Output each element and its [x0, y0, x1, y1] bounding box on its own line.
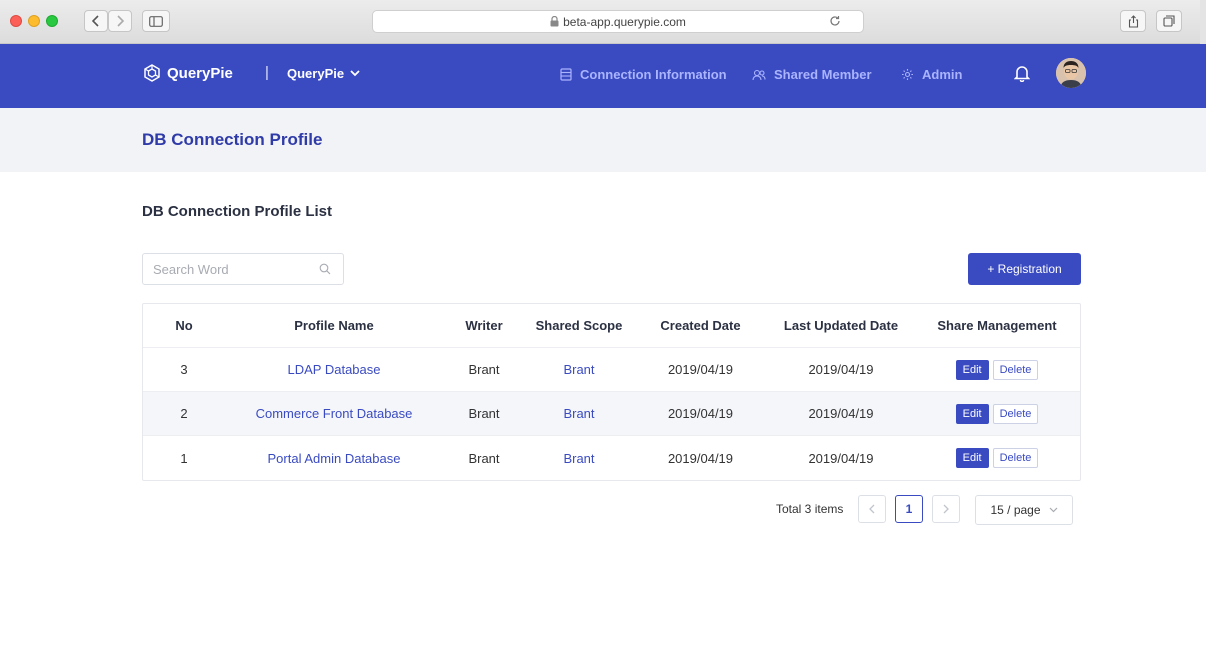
column-header-writer[interactable]: Writer	[443, 318, 525, 333]
user-photo-icon	[1056, 58, 1086, 88]
shared-scope-link[interactable]: Brant	[525, 406, 633, 421]
column-header-last-updated-date[interactable]: Last Updated Date	[768, 318, 914, 333]
cell-updated-date: 2019/04/19	[808, 362, 874, 377]
registration-label: + Registration	[987, 262, 1062, 276]
table-row: 3 LDAP Database Brant Brant 2019/04/19 2…	[143, 348, 1080, 392]
table-row: 2 Commerce Front Database Brant Brant 20…	[143, 392, 1080, 436]
share-management-actions: Edit Delete	[914, 448, 1080, 468]
nav-admin[interactable]: Admin	[901, 67, 962, 82]
user-avatar[interactable]	[1056, 58, 1086, 88]
cell-no: 2	[180, 406, 188, 421]
notification-bell-icon[interactable]	[1013, 64, 1031, 87]
cell-created-date: 2019/04/19	[667, 406, 734, 421]
profile-name-link[interactable]: Commerce Front Database	[225, 406, 443, 421]
minimize-window-button[interactable]	[28, 15, 40, 27]
share-management-actions: Edit Delete	[914, 359, 1080, 380]
browser-toolbar: beta-app.querypie.com	[0, 0, 1206, 44]
edit-button[interactable]: Edit	[955, 448, 989, 468]
chevron-left-icon	[869, 504, 875, 514]
page-size-value: 15 / page	[990, 503, 1041, 517]
cell-created-date: 2019/04/19	[667, 450, 734, 466]
share-management-actions: Edit Delete	[914, 403, 1080, 424]
nav-label: Admin	[922, 67, 963, 82]
next-page-button[interactable]	[932, 495, 960, 523]
header-separator: |	[265, 64, 269, 81]
column-header-profile-name[interactable]: Profile Name	[225, 318, 443, 333]
registration-button[interactable]: + Registration	[968, 253, 1081, 285]
back-button[interactable]	[84, 10, 108, 32]
project-selector[interactable]: QueryPie	[287, 66, 360, 81]
page-number-button[interactable]: 1	[895, 495, 923, 523]
share-button[interactable]	[1120, 10, 1146, 32]
forward-button[interactable]	[108, 10, 132, 32]
profile-name-link[interactable]: Portal Admin Database	[225, 451, 443, 466]
total-items: Total 3 items	[776, 502, 844, 516]
column-header-shared-scope[interactable]: Shared Scope	[525, 318, 633, 333]
sidebar-toggle-button[interactable]	[142, 10, 170, 32]
page-title-band: DB Connection Profile	[0, 108, 1206, 172]
share-icon	[1128, 14, 1138, 28]
nav-connection-information[interactable]: Connection Information	[560, 67, 727, 82]
tabs-icon	[1163, 15, 1175, 27]
app-logo[interactable]: QueryPie	[143, 64, 233, 82]
logo-text: QueryPie	[167, 64, 233, 82]
search-box[interactable]	[142, 253, 344, 285]
maximize-window-button[interactable]	[46, 15, 58, 27]
delete-button[interactable]: Delete	[992, 403, 1039, 424]
reload-icon[interactable]	[829, 15, 841, 30]
cell-created-date: 2019/04/19	[667, 362, 734, 377]
gear-icon	[902, 69, 913, 80]
chevron-down-icon	[1049, 507, 1057, 513]
column-header-created-date[interactable]: Created Date	[633, 318, 768, 333]
page-title: DB Connection Profile	[142, 130, 323, 149]
delete-button[interactable]: Delete	[992, 448, 1039, 468]
lock-icon	[550, 16, 559, 27]
address-bar[interactable]: beta-app.querypie.com	[372, 10, 864, 33]
tabs-overview-button[interactable]	[1156, 10, 1182, 32]
project-name: QueryPie	[287, 66, 345, 81]
delete-button[interactable]: Delete	[992, 359, 1039, 380]
page-size-select[interactable]: 15 / page	[975, 495, 1073, 525]
sidebar-icon	[149, 15, 163, 27]
close-window-button[interactable]	[10, 15, 22, 27]
cell-writer: Brant	[468, 362, 500, 377]
search-icon[interactable]	[319, 263, 331, 275]
cell-updated-date: 2019/04/19	[808, 450, 874, 466]
profile-name-link[interactable]: LDAP Database	[225, 362, 443, 377]
database-list-icon	[560, 68, 572, 81]
shared-scope-link[interactable]: Brant	[525, 362, 633, 377]
cell-writer: Brant	[468, 450, 500, 466]
nav-label: Shared Member	[774, 67, 872, 82]
nav-label: Connection Information	[580, 67, 727, 82]
querypie-logo-icon	[144, 64, 160, 82]
section-title: DB Connection Profile List	[142, 203, 333, 220]
chevron-right-icon	[117, 15, 124, 27]
table-header-row: No Profile Name Writer Shared Scope Crea…	[143, 304, 1080, 348]
table-row: 1 Portal Admin Database Brant Brant 2019…	[143, 436, 1080, 480]
cell-no: 1	[180, 450, 188, 466]
column-header-share-management: Share Management	[937, 318, 1057, 333]
cell-writer: Brant	[468, 406, 500, 421]
prev-page-button[interactable]	[858, 495, 886, 523]
nav-shared-member[interactable]: Shared Member	[752, 67, 872, 82]
window-edge	[1200, 0, 1206, 44]
column-header-no[interactable]: No	[143, 318, 225, 333]
chevron-right-icon	[943, 504, 949, 514]
app-header: QueryPie | QueryPie Connection Informati…	[0, 44, 1206, 108]
chevron-down-icon	[350, 70, 360, 77]
url-text: beta-app.querypie.com	[563, 14, 686, 29]
cell-no: 3	[180, 362, 188, 377]
edit-button[interactable]: Edit	[955, 403, 989, 424]
chevron-left-icon	[92, 15, 99, 27]
profile-table: No Profile Name Writer Shared Scope Crea…	[142, 303, 1081, 481]
edit-button[interactable]: Edit	[955, 359, 989, 380]
search-input[interactable]	[143, 254, 313, 284]
users-icon	[752, 69, 766, 80]
cell-updated-date: 2019/04/19	[808, 406, 874, 421]
shared-scope-link[interactable]: Brant	[525, 451, 633, 466]
